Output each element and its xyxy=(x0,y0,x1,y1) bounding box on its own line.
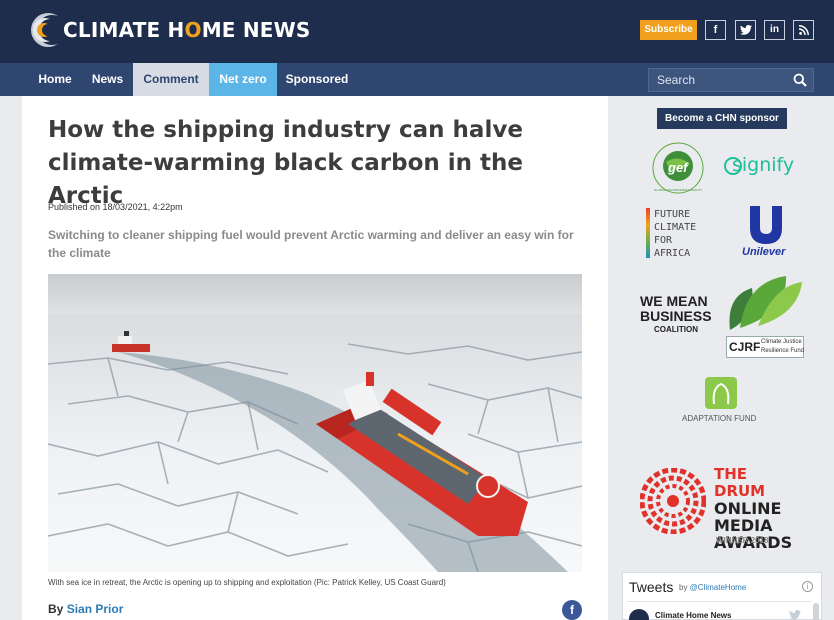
adaptation-fund-icon xyxy=(705,377,737,409)
twitter-bird-icon xyxy=(789,610,801,620)
logo-text: CLIMATE HOME NEWS xyxy=(63,18,311,42)
gef-ring-text: GLOBAL ENVIRONMENT FACILITY · INVESTING … xyxy=(654,188,702,192)
facebook-share-icon[interactable]: f xyxy=(562,600,582,620)
cjrf-logo[interactable]: CJRF Climate Justice Resilience Fund xyxy=(726,276,806,360)
photo-caption: With sea ice in retreat, the Arctic is o… xyxy=(48,578,446,587)
article-standfirst: Switching to cleaner shipping fuel would… xyxy=(48,228,574,260)
main-nav: Home News Comment Net zero Sponsored xyxy=(0,63,834,96)
signify-logo[interactable]: signify xyxy=(724,152,808,180)
article-photo xyxy=(48,274,582,572)
tweets-scrollbar[interactable] xyxy=(813,603,819,620)
we-mean-business-logo[interactable]: WE MEAN BUSINESS COALITION xyxy=(640,294,720,338)
author-link[interactable]: Sian Prior xyxy=(67,602,124,616)
cjrf-leaf-icon xyxy=(729,276,802,330)
nav-item-home[interactable]: Home xyxy=(28,63,82,96)
tweets-by: by @ClimateHome xyxy=(679,583,747,592)
linkedin-icon[interactable]: in xyxy=(764,20,785,40)
nav-item-news[interactable]: News xyxy=(82,63,133,96)
drum-rosette-icon xyxy=(640,468,706,534)
facebook-icon[interactable]: f xyxy=(705,20,726,40)
nav-item-comment[interactable]: Comment xyxy=(133,63,209,96)
tweet-account-name: Climate Home News xyxy=(655,611,732,620)
site-header: CLIMATE HOME NEWS Subscribe f in xyxy=(0,0,834,63)
adaptation-fund-logo[interactable]: ADAPTATION FUND xyxy=(680,376,764,426)
search-box xyxy=(648,68,814,92)
unilever-u-icon xyxy=(750,206,782,244)
future-climate-for-africa-logo[interactable]: FUTURE CLIMATE FOR AFRICA xyxy=(646,208,714,262)
nav-item-sponsored[interactable]: Sponsored xyxy=(277,63,357,96)
rss-icon[interactable] xyxy=(793,20,814,40)
search-input[interactable] xyxy=(649,69,789,91)
site-logo[interactable]: CLIMATE HOME NEWS xyxy=(28,8,328,54)
unilever-wordmark: Unilever xyxy=(742,246,786,258)
tweet-item[interactable]: Climate Home News xyxy=(627,601,811,620)
the-drum-award-badge[interactable]: THE DRUM ONLINE MEDIA AWARDS WINNER 2018 xyxy=(640,466,802,551)
avatar xyxy=(629,609,649,620)
adaptation-fund-wordmark: ADAPTATION FUND xyxy=(682,414,757,423)
tweets-handle-link[interactable]: @ClimateHome xyxy=(690,583,747,592)
article-title: How the shipping industry can halve clim… xyxy=(48,117,524,209)
icebreaker-ship-image xyxy=(48,274,582,572)
cjrf-label-box: CJRF Climate Justice Resilience Fund xyxy=(726,336,804,358)
search-icon[interactable] xyxy=(793,73,807,87)
unilever-logo[interactable]: Unilever xyxy=(742,206,790,260)
subscribe-button[interactable]: Subscribe xyxy=(640,20,697,40)
nav-item-net-zero[interactable]: Net zero xyxy=(209,63,277,96)
become-sponsor-button[interactable]: Become a CHN sponsor xyxy=(657,108,787,129)
article: How the shipping industry can halve clim… xyxy=(22,96,608,620)
published-date: Published on 18/03/2021, 4:22pm xyxy=(48,202,183,212)
gef-logo[interactable]: gef GLOBAL ENVIRONMENT FACILITY · INVEST… xyxy=(648,140,708,196)
drum-winner-label: WINNER 2018 xyxy=(716,536,769,545)
info-icon[interactable]: i xyxy=(802,581,813,592)
twitter-timeline-widget[interactable]: Tweets by @ClimateHome i Climate Home Ne… xyxy=(622,572,822,620)
gef-wordmark: gef xyxy=(668,160,688,175)
tweets-title: Tweets xyxy=(629,579,674,595)
signify-wordmark: signify xyxy=(732,154,795,176)
byline: By Sian Prior xyxy=(48,602,124,616)
twitter-icon[interactable] xyxy=(735,20,756,40)
